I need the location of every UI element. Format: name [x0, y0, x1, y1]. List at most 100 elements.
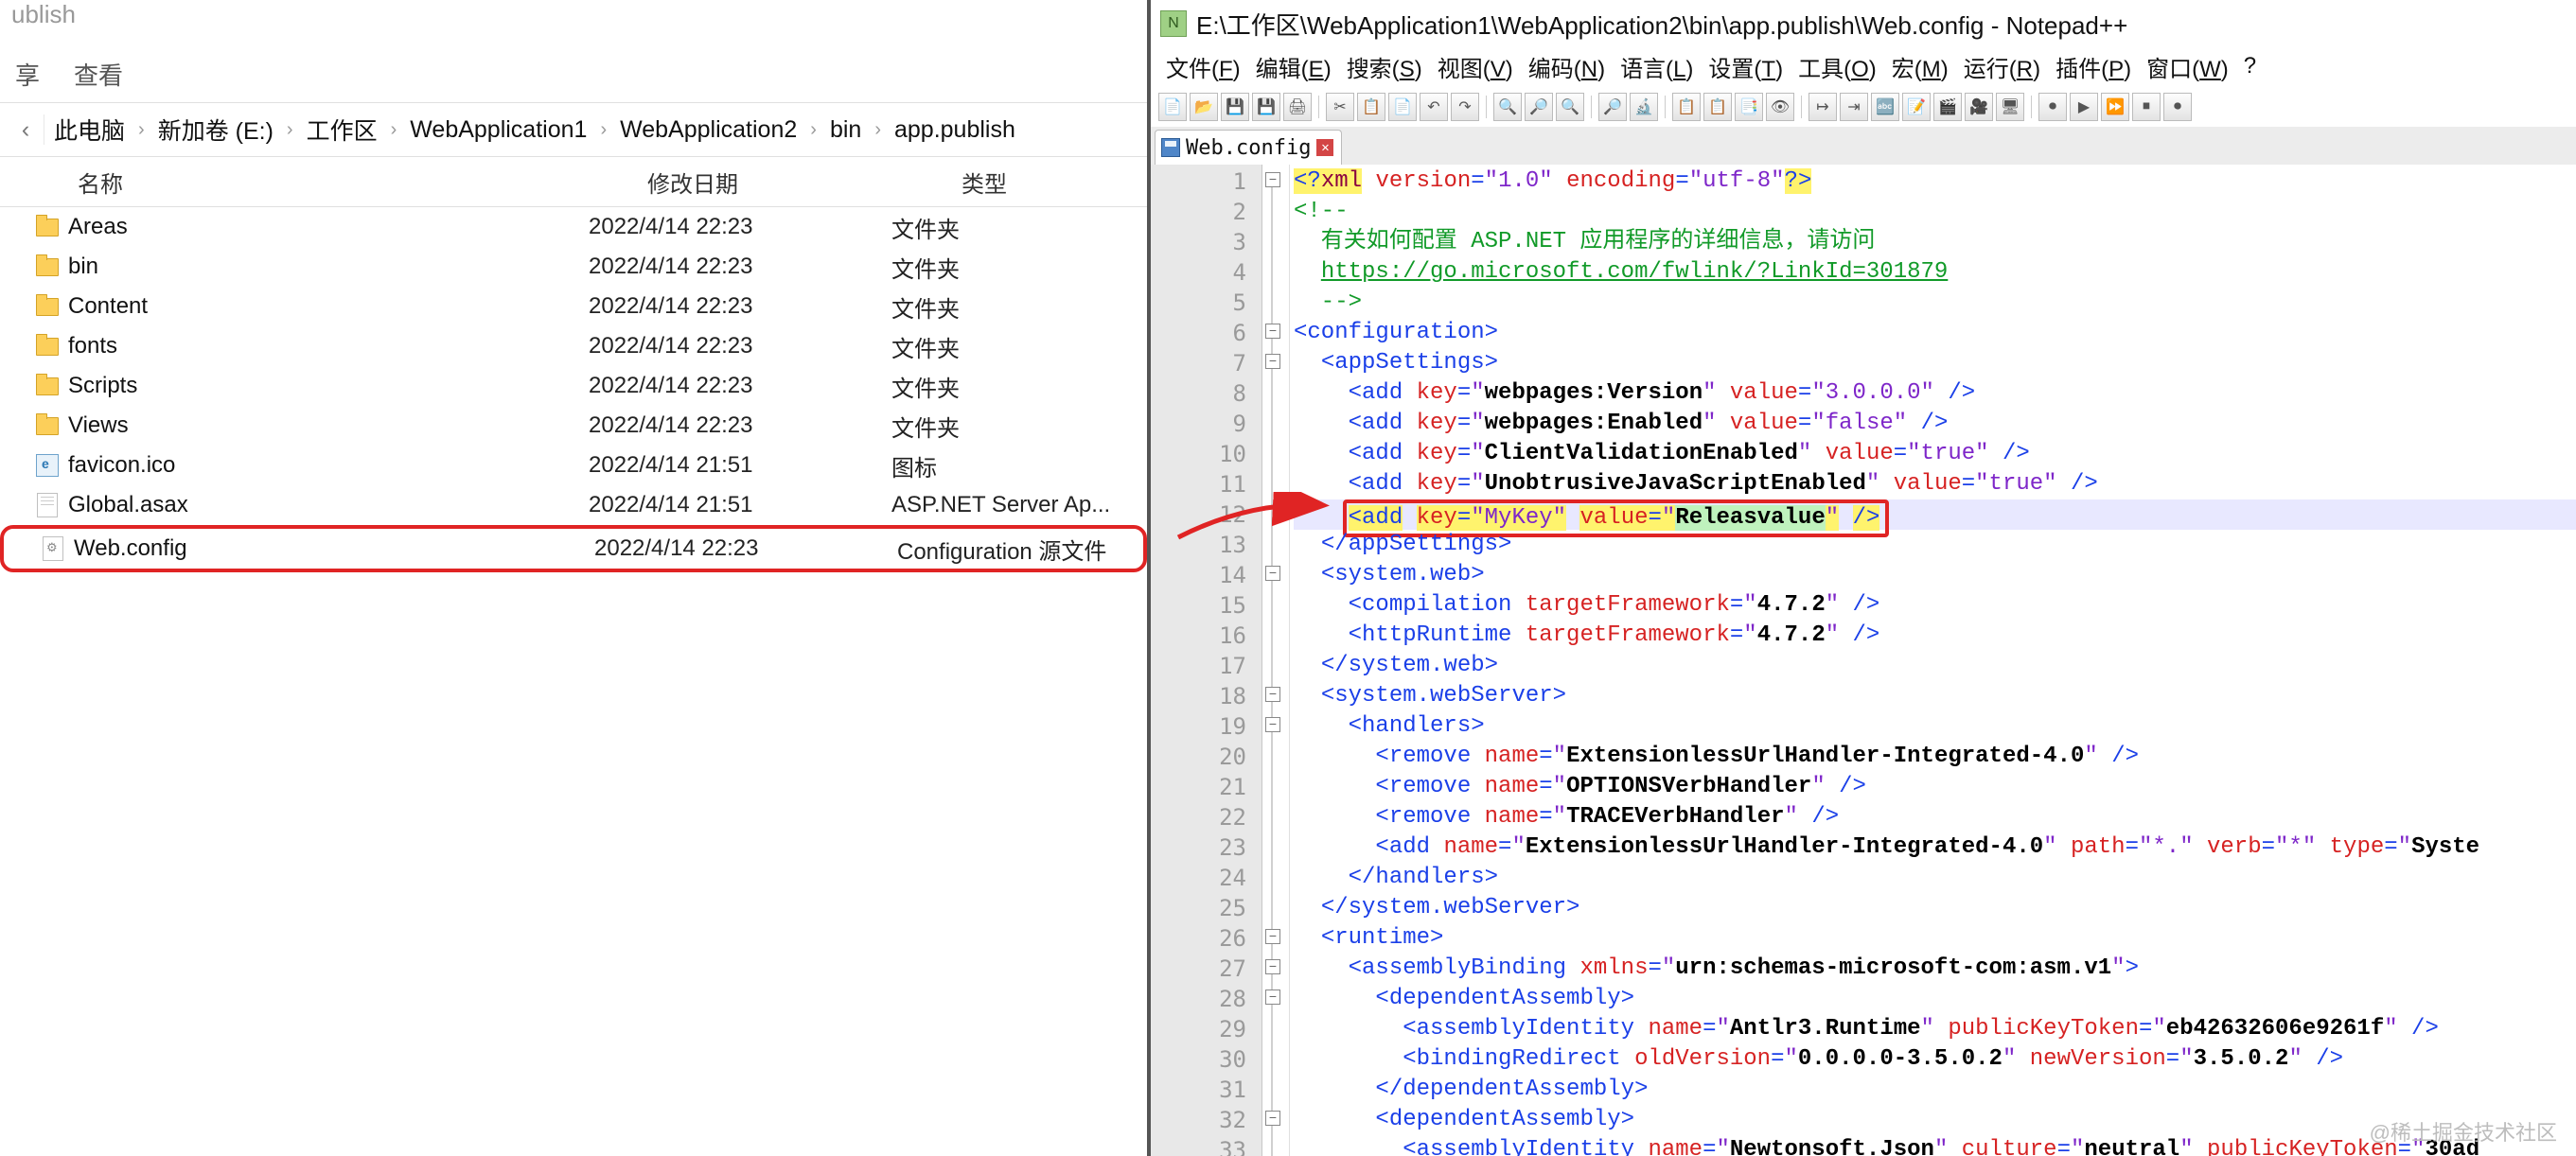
toolbar-button[interactable]: ↶ [1420, 93, 1448, 121]
toolbar-button[interactable]: 🔬 [1630, 93, 1658, 121]
toolbar-button[interactable]: ⏩ [2101, 93, 2129, 121]
breadcrumb-seg[interactable]: 新加卷 (E:) [149, 113, 283, 147]
breadcrumb-seg[interactable]: WebApplication2 [610, 116, 806, 144]
toolbar-button[interactable]: ⏺ [2163, 93, 2192, 121]
col-name-header[interactable]: 名称 [66, 166, 636, 199]
menu-item[interactable]: 文件(F) [1160, 48, 1246, 85]
file-row[interactable]: bin2022/4/14 22:23文件夹 [0, 247, 1147, 287]
toolbar-button[interactable]: 🔍 [1493, 93, 1522, 121]
toolbar-button[interactable]: 🎬 [1933, 93, 1962, 121]
toolbar-button[interactable]: 💾 [1252, 93, 1280, 121]
toolbar-button[interactable]: 🎥 [1965, 93, 1993, 121]
code-line[interactable]: </system.webServer> [1294, 893, 2576, 923]
code-line[interactable]: <system.webServer> [1294, 681, 2576, 711]
code-line[interactable]: <?xml version="1.0" encoding="utf-8"?> [1294, 166, 2576, 197]
toolbar-button[interactable]: 🔎 [1525, 93, 1553, 121]
menu-item[interactable]: 编码(N) [1523, 48, 1611, 85]
col-date-header[interactable]: 修改日期 [636, 166, 950, 199]
breadcrumb-seg[interactable]: app.publish [885, 116, 1025, 144]
code-line[interactable]: <remove name="OPTIONSVerbHandler" /> [1294, 772, 2576, 802]
code-line[interactable]: <httpRuntime targetFramework="4.7.2" /> [1294, 621, 2576, 651]
file-row[interactable]: fonts2022/4/14 22:23文件夹 [0, 326, 1147, 366]
toolbar-button[interactable]: 🖥 [1996, 93, 2024, 121]
file-row[interactable]: Views2022/4/14 22:23文件夹 [0, 406, 1147, 446]
toolbar-button[interactable]: 💾 [1221, 93, 1249, 121]
file-row[interactable]: Scripts2022/4/14 22:23文件夹 [0, 366, 1147, 406]
code-line[interactable]: <dependentAssembly> [1294, 984, 2576, 1014]
code-line[interactable]: <add key="UnobtrusiveJavaScriptEnabled" … [1294, 469, 2576, 499]
toolbar-button[interactable]: 📋 [1672, 93, 1701, 121]
code-line[interactable]: <add name="ExtensionlessUrlHandler-Integ… [1294, 832, 2576, 863]
toolbar-button[interactable]: ⏺ [2038, 93, 2067, 121]
code-line[interactable]: --> [1294, 288, 2576, 318]
code-line[interactable]: <add key="MyKey" value="Releasvalue" /> [1294, 499, 2576, 530]
toolbar-button[interactable]: ↦ [1808, 93, 1837, 121]
menu-item[interactable]: 插件(P) [2050, 48, 2137, 85]
code-line[interactable]: <bindingRedirect oldVersion="0.0.0.0-3.5… [1294, 1044, 2576, 1075]
toolbar-button[interactable]: 📋 [1703, 93, 1732, 121]
code-line[interactable]: <system.web> [1294, 560, 2576, 590]
nav-left-icon[interactable]: ‹ [8, 114, 44, 145]
fold-margin[interactable]: − − − − − − − − − − [1262, 165, 1290, 1156]
breadcrumb-seg[interactable]: 此电脑 [44, 113, 134, 147]
code-line[interactable]: <assemblyBinding xmlns="urn:schemas-micr… [1294, 954, 2576, 984]
code-line[interactable]: </handlers> [1294, 863, 2576, 893]
code-line[interactable]: <compilation targetFramework="4.7.2" /> [1294, 590, 2576, 621]
toolbar-button[interactable]: ▶ [2070, 93, 2098, 121]
ribbon-share[interactable]: 享 [15, 57, 40, 92]
close-icon[interactable]: ✕ [1316, 139, 1333, 156]
editor[interactable]: 1234567891011121314151617181920212223242… [1151, 165, 2576, 1156]
code-line[interactable]: <remove name="TRACEVerbHandler" /> [1294, 802, 2576, 832]
file-row[interactable]: Content2022/4/14 22:23文件夹 [0, 287, 1147, 326]
toolbar-button[interactable]: 📄 [1158, 93, 1187, 121]
menu-item[interactable]: 设置(T) [1703, 48, 1789, 85]
code-line[interactable]: <add key="webpages:Version" value="3.0.0… [1294, 378, 2576, 409]
code-line[interactable]: <configuration> [1294, 318, 2576, 348]
breadcrumb-seg[interactable]: 工作区 [297, 113, 387, 147]
toolbar-button[interactable]: 🔎 [1598, 93, 1627, 121]
toolbar-button[interactable]: 👁 [1766, 93, 1794, 121]
menu-item[interactable]: 搜索(S) [1341, 48, 1428, 85]
code-line[interactable]: <handlers> [1294, 711, 2576, 742]
menu-item[interactable]: 工具(O) [1792, 48, 1882, 85]
file-row[interactable]: Areas2022/4/14 22:23文件夹 [0, 207, 1147, 247]
toolbar-button[interactable]: 📝 [1902, 93, 1931, 121]
code-line[interactable]: <dependentAssembly> [1294, 1105, 2576, 1135]
toolbar-button[interactable]: 📂 [1190, 93, 1218, 121]
code-line[interactable]: <remove name="ExtensionlessUrlHandler-In… [1294, 742, 2576, 772]
menu-item[interactable]: 窗口(W) [2141, 48, 2234, 85]
col-type-header[interactable]: 类型 [950, 166, 1147, 199]
code-line[interactable]: <!-- [1294, 197, 2576, 227]
breadcrumb[interactable]: ‹ 此电脑›新加卷 (E:)›工作区›WebApplication1›WebAp… [0, 102, 1147, 157]
toolbar-button[interactable]: ✂ [1326, 93, 1354, 121]
code-line[interactable]: https://go.microsoft.com/fwlink/?LinkId=… [1294, 257, 2576, 288]
toolbar-button[interactable]: ↷ [1451, 93, 1479, 121]
breadcrumb-seg[interactable]: WebApplication1 [400, 116, 596, 144]
file-row[interactable]: Web.config2022/4/14 22:23Configuration 源… [0, 525, 1147, 572]
ribbon-view[interactable]: 查看 [74, 57, 123, 92]
file-row[interactable]: favicon.ico2022/4/14 21:51图标 [0, 446, 1147, 485]
toolbar-button[interactable]: 🔍 [1556, 93, 1584, 121]
tab-webconfig[interactable]: Web.config ✕ [1155, 130, 1342, 165]
breadcrumb-seg[interactable]: bin [820, 116, 871, 144]
menu-item[interactable]: 视图(V) [1432, 48, 1519, 85]
toolbar-button[interactable]: ⏹ [2132, 93, 2161, 121]
code-line[interactable]: </appSettings> [1294, 530, 2576, 560]
toolbar-button[interactable]: 📄 [1388, 93, 1417, 121]
code-line[interactable]: <appSettings> [1294, 348, 2576, 378]
menu-item[interactable]: 运行(R) [1958, 48, 2046, 85]
toolbar-button[interactable]: 📋 [1357, 93, 1385, 121]
code-line[interactable]: <assemblyIdentity name="Antlr3.Runtime" … [1294, 1014, 2576, 1044]
code-line[interactable]: </dependentAssembly> [1294, 1075, 2576, 1105]
toolbar-button[interactable]: ⇥ [1840, 93, 1868, 121]
toolbar-button[interactable]: 🔤 [1871, 93, 1899, 121]
menu-item[interactable]: 语言(L) [1614, 48, 1699, 85]
code-line[interactable]: <assemblyIdentity name="Newtonsoft.Json"… [1294, 1135, 2576, 1156]
menu-item[interactable]: 宏(M) [1886, 48, 1954, 85]
menu-item[interactable]: 编辑(E) [1250, 48, 1337, 85]
toolbar-button[interactable]: 🖨 [1283, 93, 1312, 121]
code-line[interactable]: 有关如何配置 ASP.NET 应用程序的详细信息，请访问 [1294, 227, 2576, 257]
toolbar-button[interactable]: 📑 [1735, 93, 1763, 121]
file-row[interactable]: Global.asax2022/4/14 21:51ASP.NET Server… [0, 485, 1147, 525]
code-line[interactable]: <runtime> [1294, 923, 2576, 954]
